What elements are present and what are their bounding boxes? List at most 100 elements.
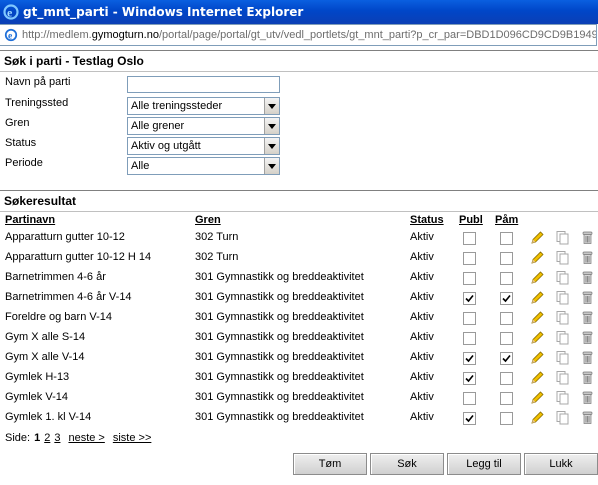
row-partinavn[interactable]: Apparatturn gutter 10-12 [5,231,125,243]
row-publ-checkbox[interactable] [463,372,476,385]
edit-pencil-icon[interactable] [530,350,545,365]
search-heading: Søk i parti - Testlag Oslo [4,54,144,68]
table-row: Apparatturn gutter 10-12 H 14 302 Turn Akt… [0,248,598,268]
dropdown-arrow-icon[interactable] [264,158,279,174]
periode-select[interactable]: Alle [127,157,280,175]
edit-pencil-icon[interactable] [530,330,545,345]
row-gren: 301 Gymnastikk og breddeaktivitet [195,371,364,383]
delete-bin-icon[interactable] [580,350,595,365]
status-select[interactable]: Aktiv og utgått [127,137,280,155]
edit-pencil-icon[interactable] [530,370,545,385]
navn-input[interactable] [127,76,280,93]
edit-pencil-icon[interactable] [530,390,545,405]
row-publ-checkbox[interactable] [463,332,476,345]
copy-icon[interactable] [555,390,570,405]
row-publ-checkbox[interactable] [463,352,476,365]
row-publ-checkbox[interactable] [463,392,476,405]
edit-pencil-icon[interactable] [530,310,545,325]
row-pam-checkbox[interactable] [500,292,513,305]
row-pam-checkbox[interactable] [500,332,513,345]
row-publ-checkbox[interactable] [463,292,476,305]
pager-page-3[interactable]: 3 [54,432,60,444]
row-partinavn[interactable]: Gym X alle S-14 [5,331,85,343]
window-titlebar: e gt_mnt_parti - Windows Internet Explor… [0,0,598,24]
pager-page-2[interactable]: 2 [44,432,50,444]
close-button[interactable]: Lukk [524,453,598,475]
row-publ-checkbox[interactable] [463,312,476,325]
row-partinavn[interactable]: Foreldre og barn V-14 [5,311,112,323]
row-publ-checkbox[interactable] [463,232,476,245]
copy-icon[interactable] [555,250,570,265]
row-partinavn[interactable]: Gymlek 1. kl V-14 [5,411,91,423]
delete-bin-icon[interactable] [580,310,595,325]
gren-select[interactable]: Alle grener [127,117,280,135]
row-pam-checkbox[interactable] [500,412,513,425]
edit-pencil-icon[interactable] [530,270,545,285]
delete-bin-icon[interactable] [580,270,595,285]
periode-value: Alle [131,160,150,172]
row-partinavn[interactable]: Gym X alle V-14 [5,351,84,363]
row-pam-checkbox[interactable] [500,252,513,265]
col-header-gren[interactable]: Gren [195,214,221,226]
row-partinavn[interactable]: Barnetrimmen 4-6 år V-14 [5,291,132,303]
address-bar[interactable]: e http://medlem.gymogturn.no/portal/page… [0,24,597,46]
col-header-status[interactable]: Status [410,214,444,226]
add-button[interactable]: Legg til [447,453,521,475]
table-row: Apparatturn gutter 10-12 302 Turn Aktiv [0,228,598,248]
dropdown-arrow-icon[interactable] [264,138,279,154]
edit-pencil-icon[interactable] [530,250,545,265]
col-header-publ[interactable]: Publ [459,214,483,226]
col-header-pam[interactable]: Påm [495,214,518,226]
delete-bin-icon[interactable] [580,250,595,265]
clear-button[interactable]: Tøm [293,453,367,475]
row-pam-checkbox[interactable] [500,272,513,285]
row-gren: 302 Turn [195,231,239,243]
pager-label: Side: [5,432,31,444]
copy-icon[interactable] [555,290,570,305]
row-publ-checkbox[interactable] [463,412,476,425]
delete-bin-icon[interactable] [580,390,595,405]
copy-icon[interactable] [555,410,570,425]
row-pam-checkbox[interactable] [500,352,513,365]
delete-bin-icon[interactable] [580,410,595,425]
row-partinavn[interactable]: Gymlek H-13 [5,371,69,383]
col-header-partinavn[interactable]: Partinavn [5,214,55,226]
copy-icon[interactable] [555,230,570,245]
row-partinavn[interactable]: Gymlek V-14 [5,391,68,403]
delete-bin-icon[interactable] [580,330,595,345]
row-gren: 301 Gymnastikk og breddeaktivitet [195,291,364,303]
page-icon: e [4,28,18,42]
dropdown-arrow-icon[interactable] [264,118,279,134]
delete-bin-icon[interactable] [580,370,595,385]
delete-bin-icon[interactable] [580,230,595,245]
dropdown-arrow-icon[interactable] [264,98,279,114]
row-partinavn[interactable]: Barnetrimmen 4-6 år [5,271,106,283]
pager-next-link[interactable]: neste > [68,432,104,444]
copy-icon[interactable] [555,370,570,385]
row-pam-checkbox[interactable] [500,232,513,245]
search-button[interactable]: Søk [370,453,444,475]
copy-icon[interactable] [555,350,570,365]
delete-bin-icon[interactable] [580,290,595,305]
row-pam-checkbox[interactable] [500,392,513,405]
copy-icon[interactable] [555,270,570,285]
row-pam-checkbox[interactable] [500,372,513,385]
pager-last-link[interactable]: siste >> [113,432,152,444]
row-partinavn[interactable]: Apparatturn gutter 10-12 H 14 [5,251,151,263]
edit-pencil-icon[interactable] [530,410,545,425]
row-pam-checkbox[interactable] [500,312,513,325]
row-publ-checkbox[interactable] [463,272,476,285]
row-gren: 301 Gymnastikk og breddeaktivitet [195,311,364,323]
row-status: Aktiv [410,271,434,283]
row-publ-checkbox[interactable] [463,252,476,265]
copy-icon[interactable] [555,310,570,325]
treningssted-select[interactable]: Alle treningssteder [127,97,280,115]
address-url[interactable]: http://medlem.gymogturn.no/portal/page/p… [22,29,596,41]
edit-pencil-icon[interactable] [530,290,545,305]
row-status: Aktiv [410,251,434,263]
row-gren: 301 Gymnastikk og breddeaktivitet [195,391,364,403]
copy-icon[interactable] [555,330,570,345]
table-row: Gymlek H-13 301 Gymnastikk og breddeaktiv… [0,368,598,388]
table-row: Barnetrimmen 4-6 år V-14 301 Gymnastikk o… [0,288,598,308]
edit-pencil-icon[interactable] [530,230,545,245]
